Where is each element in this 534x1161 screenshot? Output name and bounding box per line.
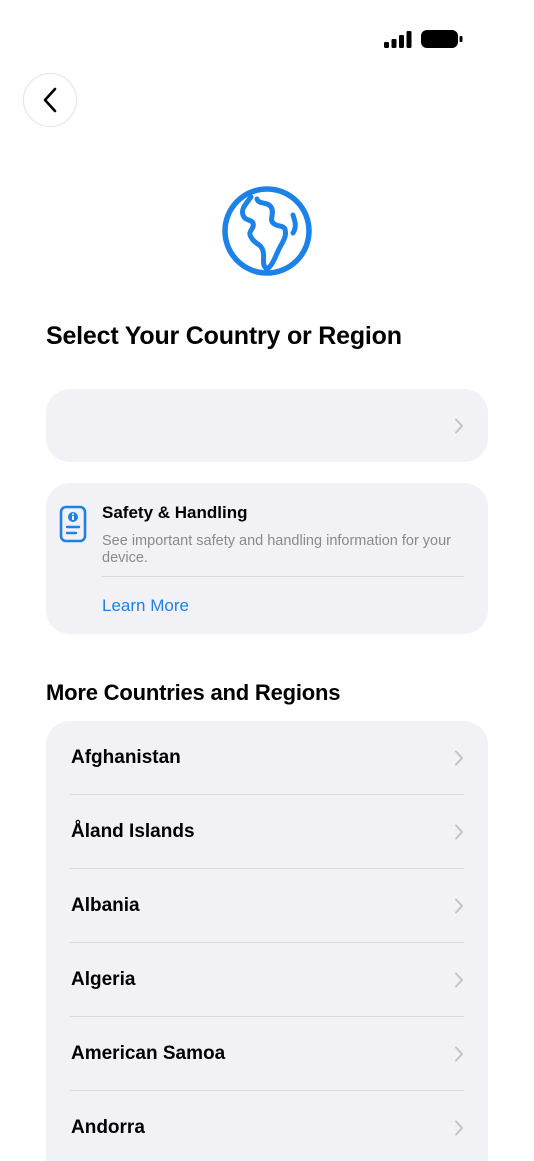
country-list: Afghanistan Åland Islands Albania Algeri… — [46, 721, 488, 1161]
chevron-left-icon — [43, 87, 57, 113]
country-label: Afghanistan — [71, 747, 181, 768]
divider — [102, 576, 464, 577]
globe-icon — [222, 186, 312, 276]
chevron-right-icon — [455, 1120, 463, 1136]
chevron-right-icon — [455, 418, 463, 433]
cellular-signal-icon — [384, 31, 412, 48]
country-label: American Samoa — [71, 1043, 226, 1064]
list-item-aland-islands[interactable]: Åland Islands — [46, 795, 488, 869]
list-item-andorra[interactable]: Andorra — [46, 1091, 488, 1161]
list-item-afghanistan[interactable]: Afghanistan — [46, 721, 488, 795]
back-button[interactable] — [23, 73, 77, 127]
country-label: Andorra — [71, 1117, 145, 1138]
country-label: Albania — [71, 895, 140, 916]
document-info-icon — [59, 505, 87, 543]
chevron-right-icon — [455, 1046, 463, 1062]
safety-description: See important safety and handling inform… — [102, 533, 452, 566]
country-label: Åland Islands — [71, 821, 195, 842]
chevron-right-icon — [455, 898, 463, 914]
selected-country-row[interactable] — [46, 389, 488, 462]
learn-more-link[interactable]: Learn More — [102, 596, 189, 616]
status-bar — [0, 0, 534, 70]
chevron-right-icon — [455, 824, 463, 840]
list-item-american-samoa[interactable]: American Samoa — [46, 1017, 488, 1091]
page-title: Select Your Country or Region — [46, 322, 402, 350]
list-item-algeria[interactable]: Algeria — [46, 943, 488, 1017]
section-title: More Countries and Regions — [46, 680, 341, 705]
chevron-right-icon — [455, 972, 463, 988]
list-item-albania[interactable]: Albania — [46, 869, 488, 943]
safety-card: Safety & Handling See important safety a… — [46, 483, 488, 634]
country-label: Algeria — [71, 969, 136, 990]
chevron-right-icon — [455, 750, 463, 766]
safety-title: Safety & Handling — [102, 503, 248, 522]
battery-icon — [421, 30, 463, 48]
